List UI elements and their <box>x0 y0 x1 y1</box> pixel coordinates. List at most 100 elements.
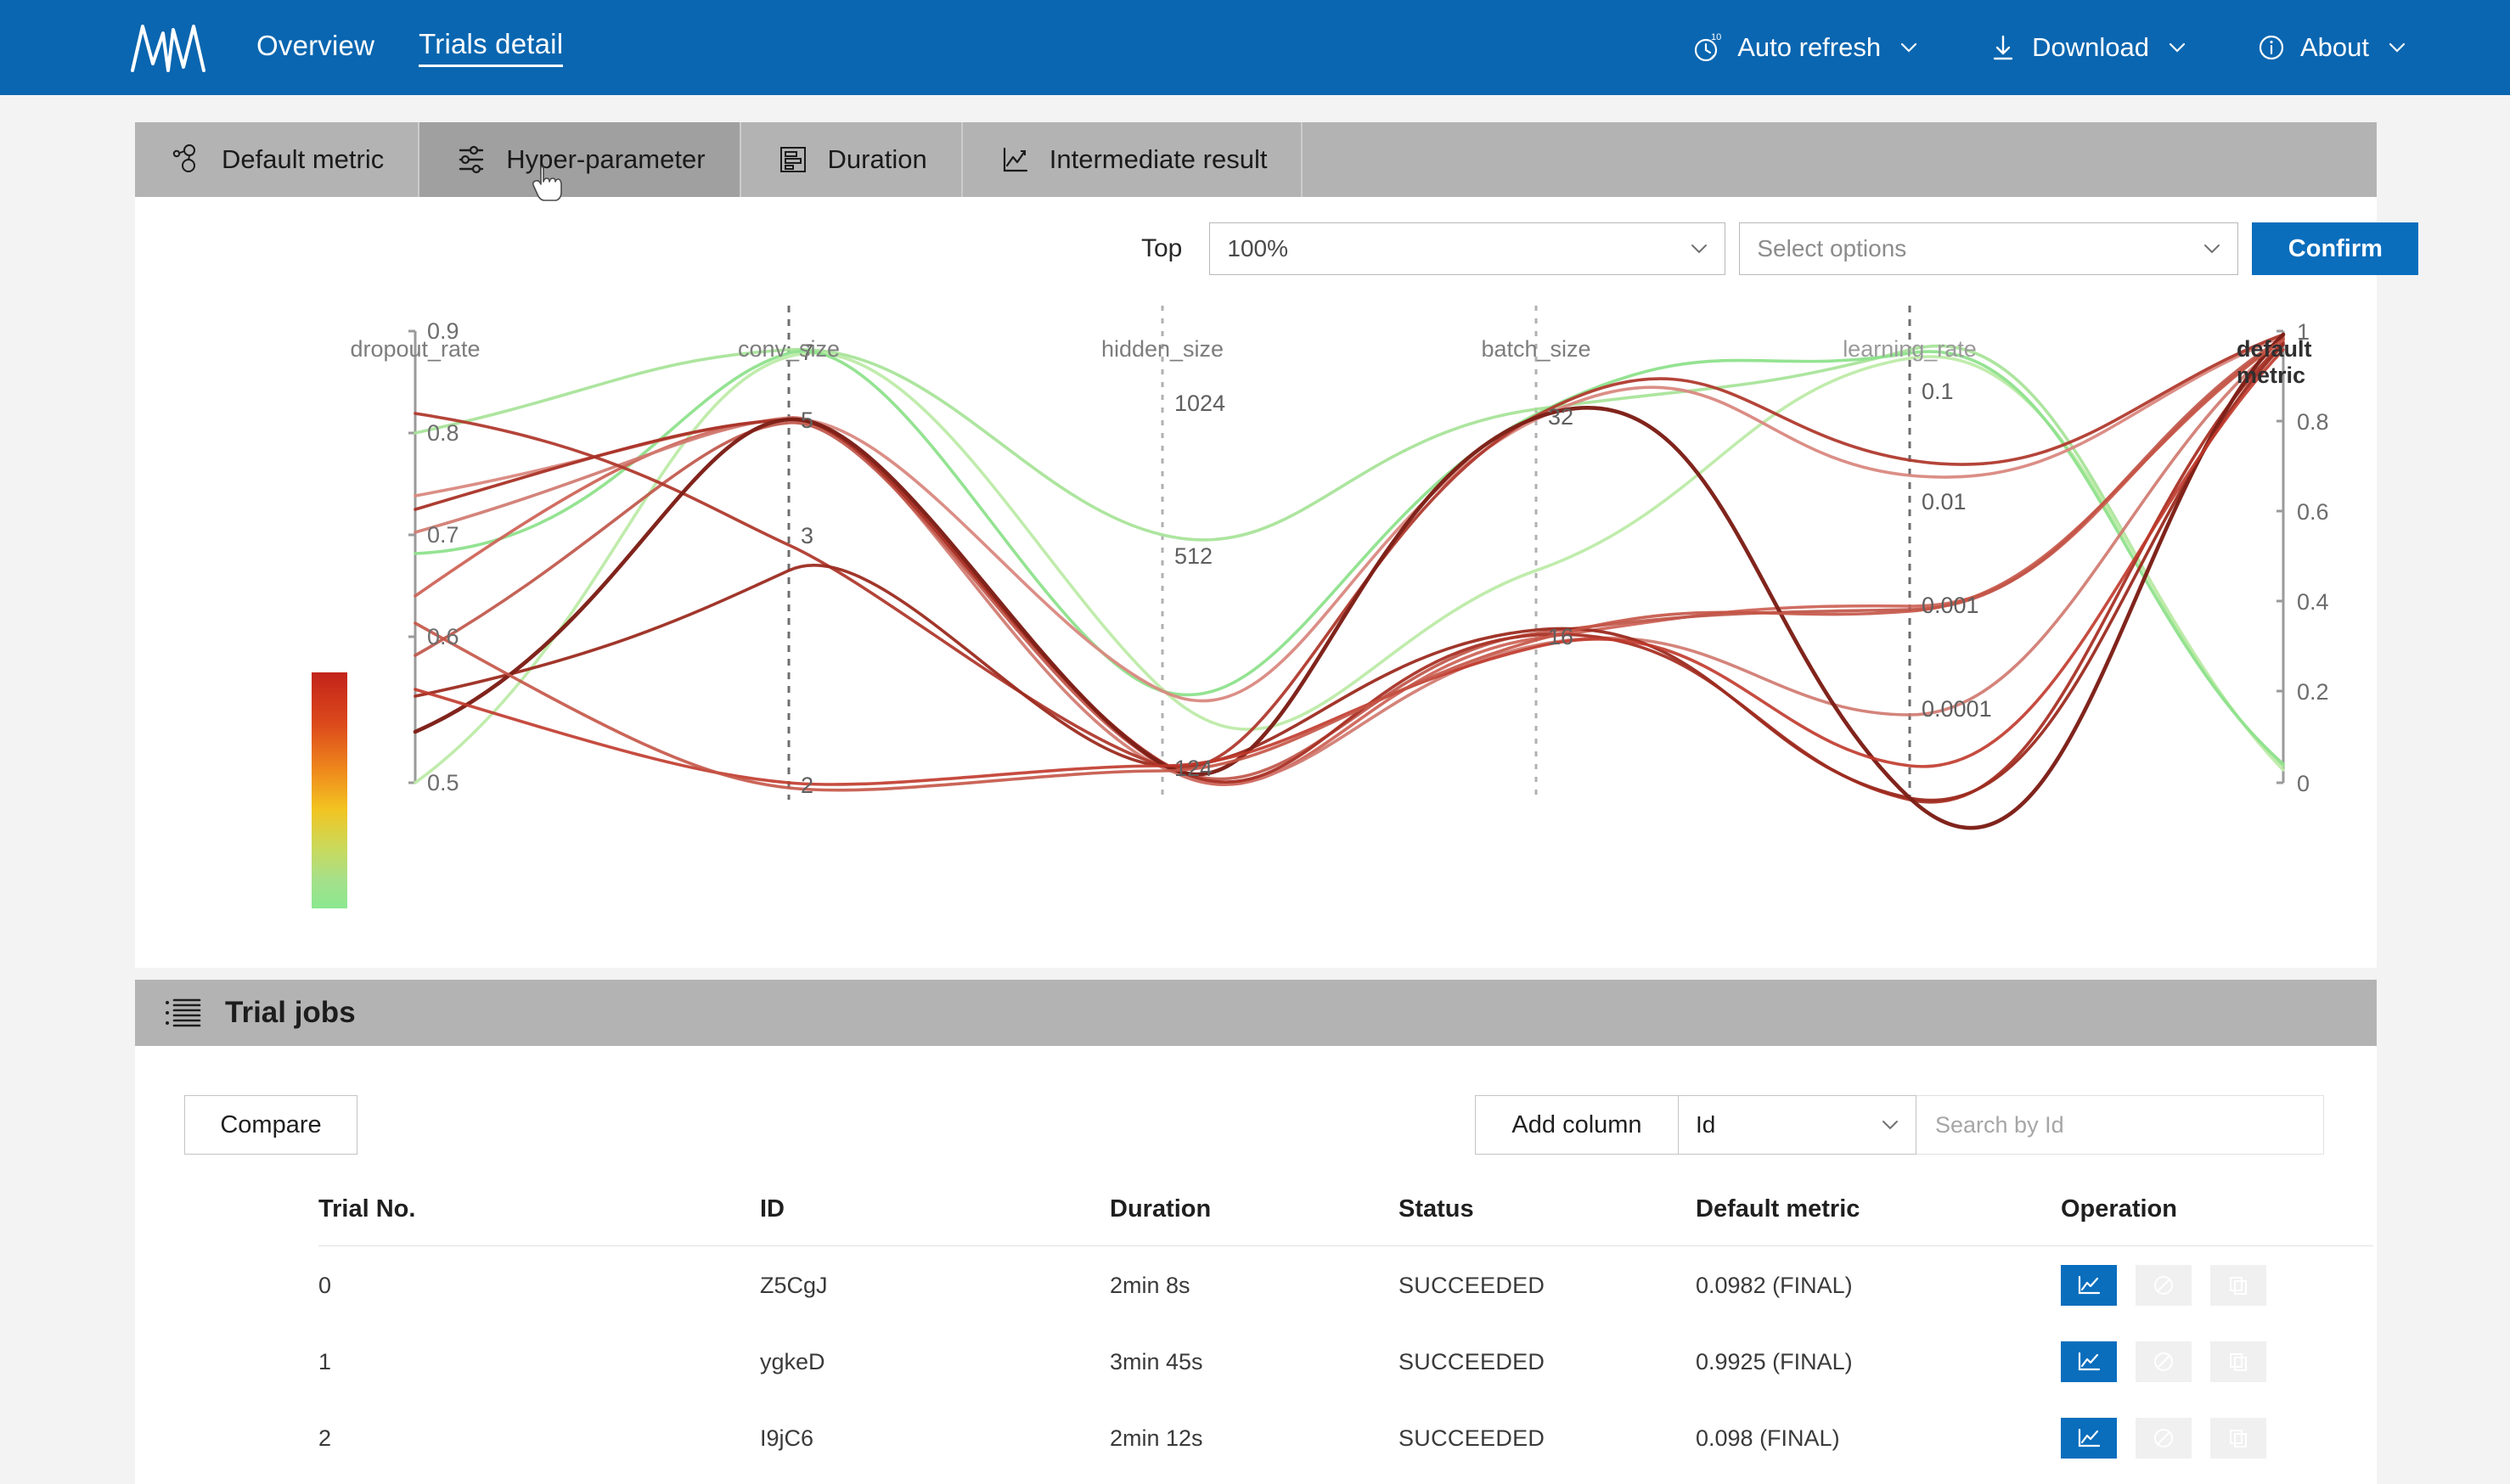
stop-circle-icon <box>2154 1352 2173 1371</box>
auto-refresh-menu[interactable]: 10 Auto refresh <box>1691 31 1920 65</box>
top-filter-label: Top <box>1141 234 1183 262</box>
copy-icon <box>2230 1277 2247 1295</box>
view-intermediate-result-button[interactable] <box>2061 1418 2117 1459</box>
stop-circle-icon <box>2154 1429 2173 1447</box>
chevron-down-icon <box>2389 42 2406 53</box>
top-percent-value: 100% <box>1227 235 1288 261</box>
column-header-id[interactable]: ID <box>760 1195 1110 1246</box>
axis-default-metric <box>2276 329 2285 784</box>
tab-default-metric[interactable]: Default metric <box>135 122 420 197</box>
search-input[interactable] <box>1935 1111 2323 1138</box>
copy-trial-button <box>2210 1418 2266 1459</box>
tab-duration[interactable]: Duration <box>741 122 963 197</box>
trial-line-5 <box>414 334 2285 703</box>
kill-trial-button <box>2136 1341 2192 1382</box>
cell-default-metric: 0.9925 (FINAL) <box>1696 1348 1853 1374</box>
svg-text:0.2: 0.2 <box>2297 679 2329 705</box>
about-label: About <box>2299 32 2369 62</box>
column-header-status[interactable]: Status <box>1399 1195 1696 1246</box>
cell-duration: 3min 45s <box>1110 1348 1203 1374</box>
cell-id: I9jC6 <box>760 1425 814 1451</box>
sliders-icon <box>459 145 484 174</box>
nni-logo-icon[interactable] <box>129 21 207 74</box>
download-menu[interactable]: Download <box>1986 31 2188 65</box>
cell-default-metric: 0.098 (FINAL) <box>1696 1425 1840 1451</box>
svg-text:2: 2 <box>801 773 813 798</box>
add-column-button[interactable]: Add column <box>1475 1095 1679 1155</box>
kill-trial-button <box>2136 1265 2192 1306</box>
hyper-parameter-panel: Top 100% Select options Confirm 0.9 0.8 … <box>135 197 2419 968</box>
compare-button[interactable]: Compare <box>184 1095 357 1155</box>
svg-text:16: 16 <box>1548 624 1573 649</box>
svg-text:7: 7 <box>801 340 813 365</box>
column-header-trial-no[interactable]: Trial No. <box>318 1195 760 1246</box>
cell-operation <box>2061 1323 2373 1399</box>
chevron-down-icon <box>1882 1121 1898 1130</box>
tab-hyper-parameter[interactable]: Hyper-parameter <box>419 122 741 197</box>
list-icon <box>166 998 201 1027</box>
table-row[interactable]: 1 ygkeD 3min 45s SUCCEEDED 0.9925 (FINAL… <box>318 1323 2373 1399</box>
kill-trial-button <box>2136 1418 2192 1459</box>
chevron-down-icon <box>1901 42 1917 53</box>
svg-text:0.5: 0.5 <box>427 770 459 795</box>
column-header-duration[interactable]: Duration <box>1110 1195 1399 1246</box>
cell-duration: 2min 8s <box>1110 1272 1190 1298</box>
cell-id: Z5CgJ <box>760 1272 828 1298</box>
status-badge: SUCCEEDED <box>1399 1476 1696 1484</box>
cell-operation <box>2061 1476 2373 1484</box>
nav-link-trials-detail[interactable]: Trials detail <box>419 28 564 67</box>
table-filter-group: Add column Id <box>1475 1095 2324 1155</box>
cell-default-metric: 0.0982 (FINAL) <box>1696 1272 1853 1298</box>
status-badge: SUCCEEDED <box>1399 1425 1545 1451</box>
search-input-wrapper <box>1916 1095 2324 1155</box>
line-chart-icon <box>2078 1275 2101 1295</box>
scatter-plot-icon <box>172 144 195 172</box>
table-row[interactable]: 0 Z5CgJ 2min 8s SUCCEEDED 0.0982 (FINAL) <box>318 1246 2373 1324</box>
svg-text:32: 32 <box>1548 404 1573 430</box>
select-options-dropdown[interactable]: Select options <box>1739 222 2239 275</box>
nni-dashboard: Overview Trials detail 10 Auto refresh D… <box>0 0 2510 1484</box>
chart-controls: Top 100% Select options Confirm <box>1141 222 2419 275</box>
nav-link-overview[interactable]: Overview <box>256 30 374 66</box>
search-field-dropdown[interactable]: Id <box>1679 1095 1916 1155</box>
search-field-value: Id <box>1696 1111 1716 1138</box>
svg-text:3: 3 <box>801 523 813 548</box>
view-intermediate-result-button[interactable] <box>2061 1265 2117 1306</box>
copy-trial-button <box>2210 1265 2266 1306</box>
parallel-coordinates-chart[interactable]: dropout_rate 0.90.80.7 0.60.5 7532 10245… <box>135 290 2377 961</box>
select-options-placeholder: Select options <box>1757 235 1907 261</box>
clock-refresh-icon: 10 <box>1691 31 1725 65</box>
top-percent-dropdown[interactable]: 100% <box>1209 222 1726 275</box>
ticklabels-hidden-size: 1024 512 124 <box>1174 391 1225 781</box>
stop-circle-icon <box>2154 1276 2173 1295</box>
table-row[interactable]: 2 I9jC6 2min 12s SUCCEEDED 0.098 (FINAL) <box>318 1399 2373 1476</box>
view-intermediate-result-button[interactable] <box>2061 1341 2117 1382</box>
tab-intermediate-result[interactable]: Intermediate result <box>963 122 1303 197</box>
mouse-cursor-pointer <box>532 166 562 201</box>
table-body: 0 Z5CgJ 2min 8s SUCCEEDED 0.0982 (FINAL) <box>318 1246 2373 1484</box>
tab-label: Intermediate result <box>1049 144 1268 174</box>
svg-text:0.01: 0.01 <box>1922 489 1967 514</box>
bar-list-icon <box>779 147 806 172</box>
section-title: Trial jobs <box>225 996 356 1029</box>
cell-trial-no: 3 <box>318 1476 760 1484</box>
table-row[interactable]: 3 I7w5e 2min 12s SUCCEEDED 0.9427 (FINAL… <box>318 1476 2373 1484</box>
download-label: Download <box>2032 32 2149 62</box>
svg-text:0.1: 0.1 <box>1922 379 1954 404</box>
line-chart-icon <box>2078 1428 2101 1447</box>
svg-text:0.6: 0.6 <box>2297 499 2329 525</box>
cell-trial-no: 0 <box>318 1272 332 1298</box>
trial-line-1 <box>414 333 2285 770</box>
column-header-default-metric[interactable]: Default metric <box>1696 1195 2061 1246</box>
top-navigation-bar: Overview Trials detail 10 Auto refresh D… <box>0 0 2510 95</box>
confirm-button[interactable]: Confirm <box>2252 222 2419 275</box>
status-badge: SUCCEEDED <box>1399 1348 1545 1374</box>
chevron-down-icon <box>1691 245 1708 254</box>
line-chart-icon <box>1003 147 1027 172</box>
svg-text:0.001: 0.001 <box>1922 593 1979 618</box>
trial-table-toolbar: Compare Add column Id <box>184 1095 2324 1155</box>
status-badge: SUCCEEDED <box>1399 1272 1545 1298</box>
cell-trial-no: 2 <box>318 1425 332 1451</box>
tab-label: Default metric <box>222 144 385 174</box>
about-menu[interactable]: About <box>2254 31 2408 65</box>
